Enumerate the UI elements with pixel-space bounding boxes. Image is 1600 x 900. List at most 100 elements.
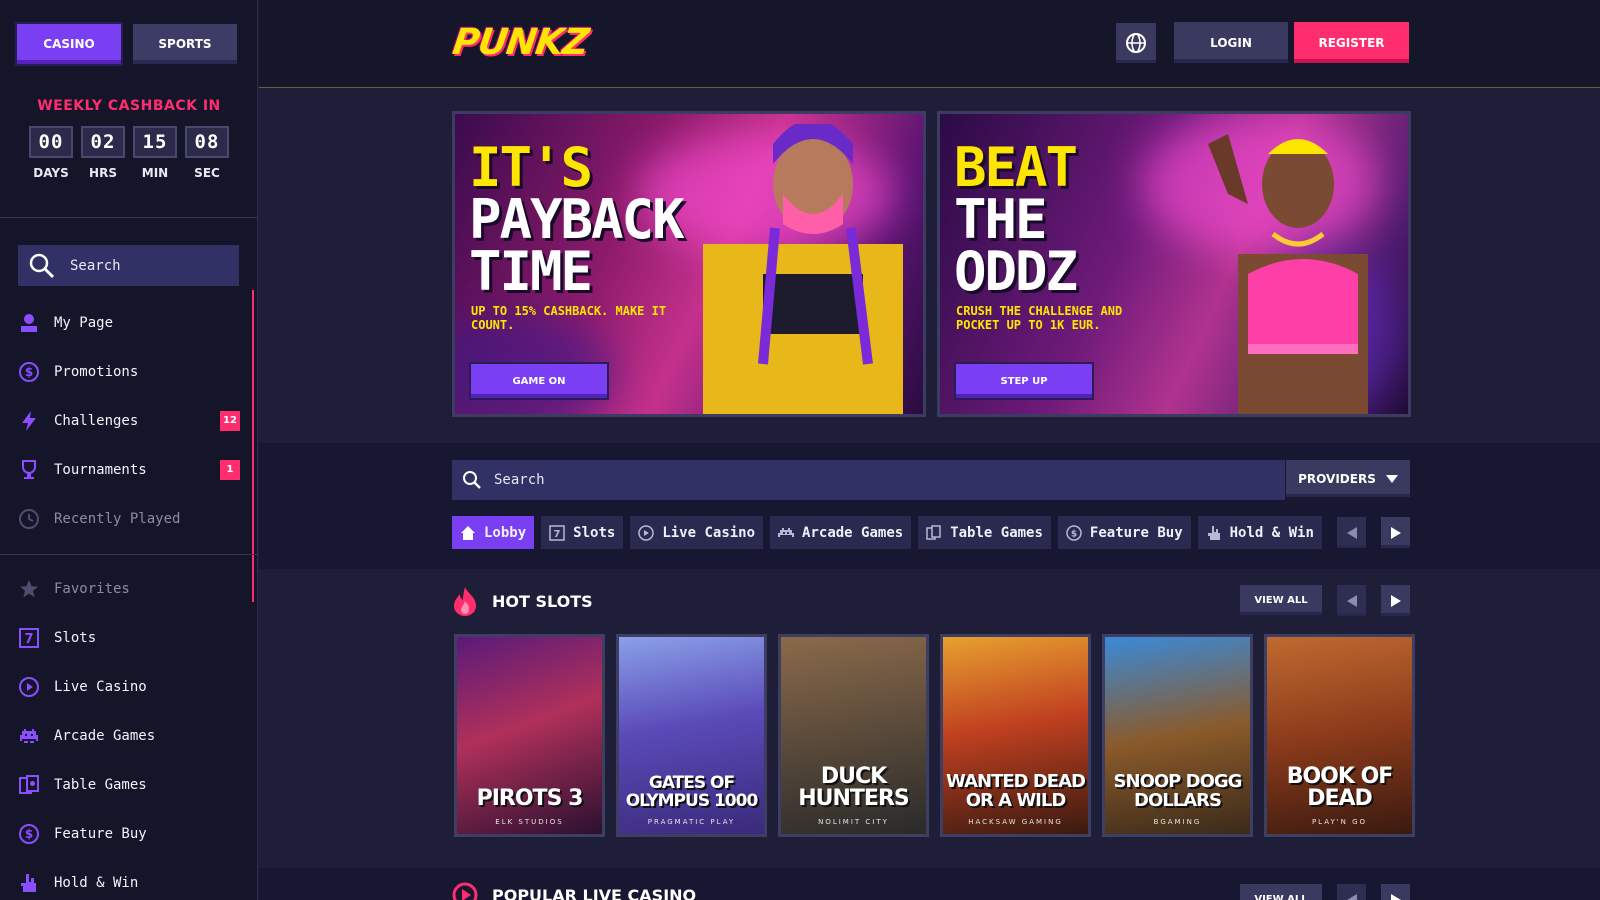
tab-hold-and-win[interactable]: Hold & Win: [1197, 516, 1322, 549]
banner-subtitle: CRUSH THE CHALLENGE AND POCKET UP TO 1K …: [956, 304, 1123, 332]
category-prev-button[interactable]: [1337, 517, 1366, 548]
sidebar-nav-secondary: Favorites 7 Slots Live Casino Arcade Gam…: [18, 564, 240, 900]
game-tile-title: PIROTS 3: [476, 786, 584, 811]
chevron-down-icon: [1385, 474, 1398, 483]
game-tile-title: SNOOP DOGG DOLLARS: [1113, 771, 1243, 811]
game-tile[interactable]: GATES OF OLYMPUS 1000 PRAGMATIC PLAY: [616, 634, 767, 837]
mode-tabs: CASINO SPORTS: [17, 24, 237, 64]
tab-feature-buy[interactable]: $ Feature Buy: [1057, 516, 1191, 549]
sidebar-item-favorites[interactable]: Favorites: [18, 564, 240, 613]
game-tile[interactable]: SNOOP DOGG DOLLARS BGAMING: [1102, 634, 1253, 837]
banner-title-line: PAYBACK: [469, 188, 685, 251]
dollar-coin-icon: $: [18, 361, 40, 383]
countdown-days: 00 DAYS: [29, 126, 73, 180]
sidebar-item-table-games[interactable]: Table Games: [18, 760, 240, 809]
game-search-input[interactable]: Search: [452, 460, 1285, 500]
popular-live-next-button[interactable]: [1381, 884, 1410, 900]
sidebar: CASINO SPORTS WEEKLY CASHBACK IN 00 DAYS…: [0, 0, 258, 900]
sidebar-item-arcade-games[interactable]: Arcade Games: [18, 711, 240, 760]
countdown-seconds-value: 08: [185, 126, 229, 158]
chevron-right-icon: [1390, 526, 1401, 539]
game-on-button[interactable]: GAME ON: [471, 364, 607, 398]
login-button[interactable]: LOGIN: [1174, 22, 1288, 63]
tab-live-casino[interactable]: Live Casino: [630, 516, 764, 549]
banner-title-line: TIME: [469, 240, 593, 303]
sidebar-item-tournaments[interactable]: Tournaments 1: [18, 445, 240, 494]
game-tile[interactable]: WANTED DEAD OR A WILD HACKSAW GAMING: [940, 634, 1091, 837]
space-invader-icon: [778, 527, 795, 537]
promo-banner-challenge[interactable]: BEAT THE ODDZ CRUSH THE CHALLENGE AND PO…: [937, 111, 1411, 417]
sidebar-item-recently-played[interactable]: Recently Played: [18, 494, 240, 543]
tab-label: Slots: [573, 524, 616, 541]
countdown-seconds-label: SEC: [194, 166, 220, 180]
tab-label: Hold & Win: [1229, 524, 1314, 541]
hot-slots-next-button[interactable]: [1381, 585, 1410, 616]
svg-text:$: $: [25, 365, 33, 379]
sidebar-scrollbar[interactable]: [252, 290, 254, 602]
hot-slots-list: PIROTS 3 ELK STUDIOS GATES OF OLYMPUS 10…: [454, 634, 1415, 837]
sidebar-item-label: Promotions: [54, 363, 139, 380]
step-up-button[interactable]: STEP UP: [956, 364, 1092, 398]
cards-icon: [926, 524, 941, 540]
space-invader-icon: [18, 725, 40, 747]
game-tile[interactable]: DUCK HUNTERS NOLIMIT CITY: [778, 634, 929, 837]
game-tile-studio: PRAGMATIC PLAY: [647, 818, 736, 826]
sidebar-item-label: Challenges: [54, 412, 139, 429]
hot-slots-prev-button[interactable]: [1337, 585, 1366, 616]
hot-slots-view-all-button[interactable]: VIEW ALL: [1240, 585, 1322, 615]
casino-tab[interactable]: CASINO: [17, 24, 121, 64]
chevron-left-icon: [1346, 594, 1357, 607]
sports-tab[interactable]: SPORTS: [133, 24, 237, 64]
popular-live-title: POPULAR LIVE CASINO: [492, 885, 697, 900]
countdown-days-value: 00: [29, 126, 73, 158]
sidebar-item-promotions[interactable]: $ Promotions: [18, 347, 240, 396]
tab-slots[interactable]: 7 Slots: [541, 516, 624, 549]
game-tile-studio: HACKSAW GAMING: [968, 818, 1063, 826]
sidebar-item-label: Tournaments: [54, 461, 147, 478]
sidebar-item-label: Hold & Win: [54, 874, 139, 891]
countdown-days-label: DAYS: [33, 166, 69, 180]
sidebar-item-label: Arcade Games: [54, 727, 156, 744]
sidebar-item-label: Recently Played: [54, 510, 181, 527]
game-tile[interactable]: PIROTS 3 ELK STUDIOS: [454, 634, 605, 837]
hot-slots-header: HOT SLOTS: [452, 586, 593, 616]
play-circle-icon: [18, 676, 40, 698]
popular-live-view-all-button[interactable]: VIEW ALL: [1240, 884, 1322, 900]
sidebar-search-input[interactable]: Search: [18, 245, 239, 286]
chevron-left-icon: [1346, 526, 1357, 539]
category-next-button[interactable]: [1381, 517, 1410, 548]
countdown-minutes: 15 MIN: [133, 126, 177, 180]
tab-arcade-games[interactable]: Arcade Games: [770, 516, 912, 549]
sidebar-item-label: Favorites: [54, 580, 130, 597]
sidebar-item-feature-buy[interactable]: $ Feature Buy: [18, 809, 240, 858]
dollar-coin-icon: $: [1066, 524, 1082, 541]
globe-icon: [1126, 33, 1146, 53]
popular-live-prev-button[interactable]: [1337, 884, 1366, 900]
game-tile[interactable]: BOOK OF DEAD PLAY'N GO: [1264, 634, 1415, 837]
game-tile-studio: ELK STUDIOS: [495, 818, 564, 826]
sidebar-item-slots[interactable]: 7 Slots: [18, 613, 240, 662]
sidebar-item-challenges[interactable]: Challenges 12: [18, 396, 240, 445]
lightning-icon: [18, 410, 40, 432]
chevron-right-icon: [1390, 594, 1401, 607]
site-logo[interactable]: PUNKZ: [450, 22, 591, 63]
sidebar-item-hold-and-win[interactable]: Hold & Win: [18, 858, 240, 900]
game-tile-studio: NOLIMIT CITY: [818, 818, 889, 826]
register-button[interactable]: REGISTER: [1294, 22, 1409, 63]
language-button[interactable]: [1116, 23, 1156, 63]
top-header: PUNKZ LOGIN REGISTER: [259, 0, 1600, 88]
sidebar-item-my-page[interactable]: My Page: [18, 298, 240, 347]
banner-title: BEAT THE ODDZ: [954, 136, 1078, 299]
tab-label: Live Casino: [662, 524, 756, 541]
hand-pointer-icon: [1207, 525, 1220, 540]
tab-table-games[interactable]: Table Games: [918, 516, 1051, 549]
sidebar-item-live-casino[interactable]: Live Casino: [18, 662, 240, 711]
sidebar-item-label: Feature Buy: [54, 825, 147, 842]
providers-dropdown[interactable]: PROVIDERS: [1286, 460, 1410, 497]
banner-title-line: BEAT: [954, 136, 1078, 199]
promo-banner-cashback[interactable]: IT'S PAYBACK TIME UP TO 15% CASHBACK. MA…: [452, 111, 926, 417]
sidebar-item-label: My Page: [54, 314, 114, 331]
popular-live-header: POPULAR LIVE CASINO: [452, 882, 696, 900]
tab-label: Table Games: [950, 524, 1043, 541]
tab-lobby[interactable]: Lobby: [452, 516, 535, 549]
